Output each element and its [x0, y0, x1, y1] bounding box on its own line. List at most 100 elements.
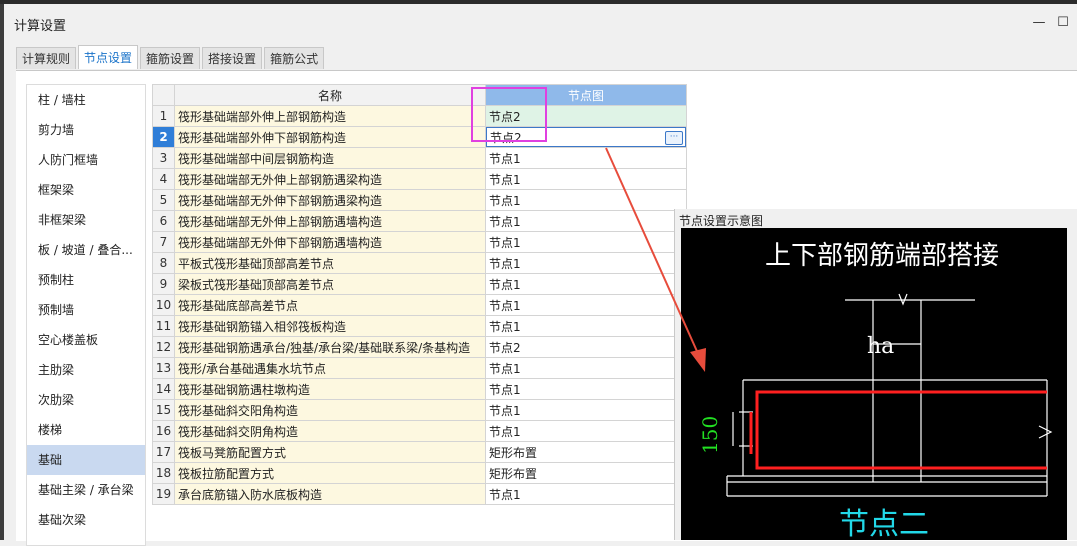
- tab-stirrup-settings[interactable]: 箍筋设置: [140, 47, 201, 69]
- table-row-selected[interactable]: 2 筏形基础端部外伸下部钢筋构造 节点2 ···: [152, 126, 687, 148]
- table-row[interactable]: 4 筏形基础端部无外伸上部钢筋遇梁构造 节点1: [152, 168, 687, 190]
- table-row[interactable]: 12 筏形基础钢筋遇承台/独基/承台梁/基础联系梁/条基构造 节点2: [152, 336, 687, 358]
- row-name[interactable]: 筏板马凳筋配置方式: [174, 441, 486, 463]
- sidebar-item-precast-column[interactable]: 预制柱: [27, 265, 145, 295]
- sidebar-item-shear-wall[interactable]: 剪力墙: [27, 115, 145, 145]
- tab-calc-rules[interactable]: 计算规则: [16, 47, 77, 69]
- sidebar-item-precast-wall[interactable]: 预制墙: [27, 295, 145, 325]
- node-value-edit-box[interactable]: 节点2 ···: [486, 127, 686, 147]
- sidebar-item-civil-defense-door-wall[interactable]: 人防门框墙: [27, 145, 145, 175]
- row-node-value[interactable]: 节点2: [485, 105, 687, 127]
- diagram-title: 上下部钢筋端部搭接: [765, 241, 999, 271]
- sidebar-item-column[interactable]: 柱 / 墙柱: [27, 85, 145, 115]
- row-node-value[interactable]: 节点1: [485, 189, 687, 211]
- table-row[interactable]: 19 承台底筋锚入防水底板构造 节点1: [152, 483, 687, 505]
- more-options-icon[interactable]: ···: [665, 131, 683, 145]
- row-name[interactable]: 筏形基础端部外伸上部钢筋构造: [174, 105, 486, 127]
- table-row[interactable]: 3 筏形基础端部中间层钢筋构造 节点1: [152, 147, 687, 169]
- row-node-value[interactable]: 节点1: [485, 420, 687, 442]
- table-row[interactable]: 16 筏形基础斜交阴角构造 节点1: [152, 420, 687, 442]
- table-row[interactable]: 8 平板式筏形基础顶部高差节点 节点1: [152, 252, 687, 274]
- table-row[interactable]: 10 筏形基础底部高差节点 节点1: [152, 294, 687, 316]
- row-number: 12: [152, 336, 175, 358]
- row-node-value[interactable]: 节点1: [485, 315, 687, 337]
- tab-node-settings[interactable]: 节点设置: [78, 45, 139, 69]
- row-node-value[interactable]: 节点1: [485, 147, 687, 169]
- tab-lap-settings[interactable]: 搭接设置: [202, 47, 263, 69]
- table-row[interactable]: 11 筏形基础钢筋锚入相邻筏板构造 节点1: [152, 315, 687, 337]
- sidebar-item-non-frame-beam[interactable]: 非框架梁: [27, 205, 145, 235]
- diagram-linework: [726, 293, 1053, 497]
- node-value-text: 节点2: [490, 130, 522, 145]
- row-number: 17: [152, 441, 175, 463]
- tab-stirrup-formula[interactable]: 箍筋公式: [264, 47, 325, 69]
- label-ha: ha: [867, 334, 894, 359]
- row-node-value[interactable]: 矩形布置: [485, 462, 687, 484]
- table-row[interactable]: 14 筏形基础钢筋遇柱墩构造 节点1: [152, 378, 687, 400]
- row-node-value[interactable]: 节点1: [485, 483, 687, 505]
- node-label: 节点二: [839, 507, 929, 540]
- row-node-value[interactable]: 节点1: [485, 357, 687, 379]
- row-number: 11: [152, 315, 175, 337]
- sidebar-item-foundation[interactable]: 基础: [27, 445, 145, 475]
- row-name[interactable]: 承台底筋锚入防水底板构造: [174, 483, 486, 505]
- table-row[interactable]: 6 筏形基础端部无外伸上部钢筋遇墙构造 节点1: [152, 210, 687, 232]
- row-name[interactable]: 筏形基础端部无外伸下部钢筋遇墙构造: [174, 231, 486, 253]
- maximize-button[interactable]: ☐: [1053, 12, 1073, 32]
- table-row[interactable]: 9 梁板式筏形基础顶部高差节点 节点1: [152, 273, 687, 295]
- minimize-button[interactable]: —: [1029, 12, 1049, 32]
- row-name[interactable]: 筏板拉筋配置方式: [174, 462, 486, 484]
- table-row[interactable]: 5 筏形基础端部无外伸下部钢筋遇梁构造 节点1: [152, 189, 687, 211]
- row-name[interactable]: 筏形基础斜交阳角构造: [174, 399, 486, 421]
- node-settings-table: 名称 节点图 1 筏形基础端部外伸上部钢筋构造 节点2 2 筏形基础端部外伸下部…: [152, 84, 687, 505]
- row-name[interactable]: 筏形基础钢筋锚入相邻筏板构造: [174, 315, 486, 337]
- rebar-lines: [749, 390, 1047, 470]
- sidebar-item-foundation-main-beam[interactable]: 基础主梁 / 承台梁: [27, 475, 145, 505]
- sidebar-item-foundation-secondary-beam[interactable]: 基础次梁: [27, 505, 145, 535]
- row-node-value[interactable]: 矩形布置: [485, 441, 687, 463]
- row-name[interactable]: 筏形基础钢筋遇承台/独基/承台梁/基础联系梁/条基构造: [174, 336, 486, 358]
- label-dimension: 150: [698, 416, 722, 454]
- table-header-row: 名称 节点图: [152, 84, 687, 106]
- row-node-value[interactable]: 节点1: [485, 231, 687, 253]
- table-row[interactable]: 18 筏板拉筋配置方式 矩形布置: [152, 462, 687, 484]
- row-name[interactable]: 筏形基础端部中间层钢筋构造: [174, 147, 486, 169]
- row-node-value[interactable]: 节点1: [485, 168, 687, 190]
- row-name[interactable]: 筏形基础斜交阴角构造: [174, 420, 486, 442]
- row-number: 7: [152, 231, 175, 253]
- row-node-value-editor[interactable]: 节点2 ···: [485, 126, 687, 148]
- row-name[interactable]: 筏形基础端部无外伸上部钢筋遇墙构造: [174, 210, 486, 232]
- row-node-value[interactable]: 节点2: [485, 336, 687, 358]
- row-name[interactable]: 筏形/承台基础遇集水坑节点: [174, 357, 486, 379]
- table-row[interactable]: 17 筏板马凳筋配置方式 矩形布置: [152, 441, 687, 463]
- row-name[interactable]: 筏形基础钢筋遇柱墩构造: [174, 378, 486, 400]
- node-diagram-svg: 上下部钢筋端部搭接 ha 150 节点二: [698, 241, 1053, 542]
- row-node-value[interactable]: 节点1: [485, 210, 687, 232]
- sidebar-item-main-rib-beam[interactable]: 主肋梁: [27, 355, 145, 385]
- table-row[interactable]: 13 筏形/承台基础遇集水坑节点 节点1: [152, 357, 687, 379]
- row-name[interactable]: 平板式筏形基础顶部高差节点: [174, 252, 486, 274]
- row-node-value[interactable]: 节点1: [485, 378, 687, 400]
- row-node-value[interactable]: 节点1: [485, 294, 687, 316]
- row-node-value[interactable]: 节点1: [485, 252, 687, 274]
- sidebar-item-stair[interactable]: 楼梯: [27, 415, 145, 445]
- row-number: 1: [152, 105, 175, 127]
- table-row[interactable]: 15 筏形基础斜交阳角构造 节点1: [152, 399, 687, 421]
- sidebar-item-secondary-rib-beam[interactable]: 次肋梁: [27, 385, 145, 415]
- row-name[interactable]: 筏形基础底部高差节点: [174, 294, 486, 316]
- row-node-value[interactable]: 节点1: [485, 273, 687, 295]
- header-node-diagram[interactable]: 节点图: [485, 84, 687, 106]
- row-name[interactable]: 梁板式筏形基础顶部高差节点: [174, 273, 486, 295]
- row-number: 3: [152, 147, 175, 169]
- row-name[interactable]: 筏形基础端部外伸下部钢筋构造: [174, 126, 486, 148]
- header-name[interactable]: 名称: [174, 84, 486, 106]
- row-number: 14: [152, 378, 175, 400]
- sidebar-item-slab[interactable]: 板 / 坡道 / 叠合...: [27, 235, 145, 265]
- table-row[interactable]: 7 筏形基础端部无外伸下部钢筋遇墙构造 节点1: [152, 231, 687, 253]
- row-name[interactable]: 筏形基础端部无外伸下部钢筋遇梁构造: [174, 189, 486, 211]
- table-row[interactable]: 1 筏形基础端部外伸上部钢筋构造 节点2: [152, 105, 687, 127]
- sidebar-item-hollow-floor[interactable]: 空心楼盖板: [27, 325, 145, 355]
- row-name[interactable]: 筏形基础端部无外伸上部钢筋遇梁构造: [174, 168, 486, 190]
- sidebar-item-frame-beam[interactable]: 框架梁: [27, 175, 145, 205]
- row-node-value[interactable]: 节点1: [485, 399, 687, 421]
